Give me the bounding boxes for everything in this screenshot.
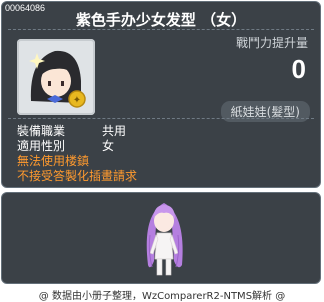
item-title: 紫色手办少女发型 （女） [75, 11, 247, 29]
item-icon: ✦ [17, 39, 95, 115]
info-divider [8, 118, 314, 119]
svg-text:✦: ✦ [73, 95, 81, 106]
footer-credit: @ 数据由小册子整理，WzComparerR2-NTMS解析 @ [38, 291, 286, 302]
warning-text: 不接受答製化插畫請求 [17, 169, 138, 183]
gender-value: 女 [102, 139, 115, 153]
item-tooltip-panel: 00064086 紫色手办少女发型 （女） ✦ 戰鬥力提升量 0 紙娃娃(髮型)… [1, 1, 321, 188]
job-value: 共用 [102, 124, 127, 138]
combat-power-label: 戰鬥力提升量 [235, 36, 308, 50]
character-preview-panel [1, 192, 321, 284]
title-divider [8, 29, 314, 30]
character-preview [142, 195, 186, 285]
combat-power-value: 0 [291, 54, 306, 84]
